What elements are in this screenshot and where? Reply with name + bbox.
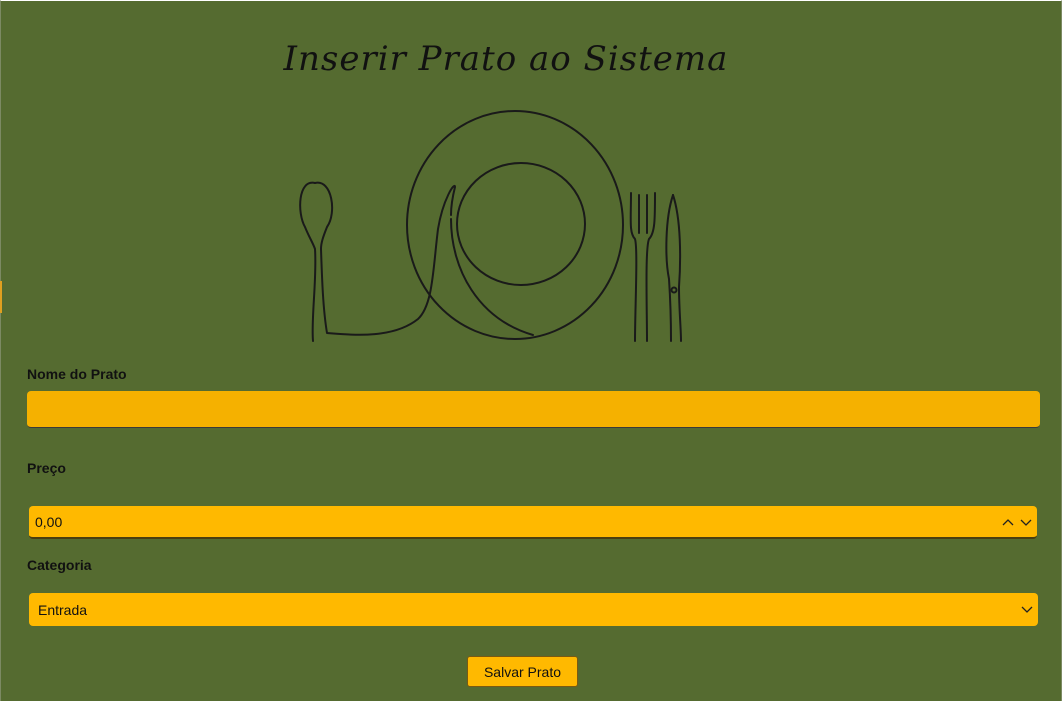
plate-with-cutlery-icon <box>299 110 682 342</box>
dish-name-label: Nome do Prato <box>27 366 127 382</box>
increment-button[interactable] <box>999 512 1017 532</box>
dish-name-input[interactable] <box>27 391 1040 428</box>
app-window: Inserir Prato ao Sistema Nome do Prato P… <box>0 0 1062 701</box>
save-dish-button[interactable]: Salvar Prato <box>467 656 578 687</box>
window-edge-accent <box>0 281 2 313</box>
chevron-up-icon <box>1002 519 1014 526</box>
price-label: Preço <box>27 460 66 476</box>
page-title: Inserir Prato ao Sistema <box>283 39 729 79</box>
category-label: Categoria <box>27 557 92 573</box>
price-input[interactable]: 0,00 <box>29 506 1037 539</box>
chevron-down-icon <box>1021 606 1033 613</box>
category-selected-value: Entrada <box>38 602 88 618</box>
price-value: 0,00 <box>35 514 63 530</box>
chevron-down-icon <box>1020 519 1032 526</box>
decrement-button[interactable] <box>1017 512 1035 532</box>
category-select[interactable]: Entrada <box>29 593 1038 626</box>
